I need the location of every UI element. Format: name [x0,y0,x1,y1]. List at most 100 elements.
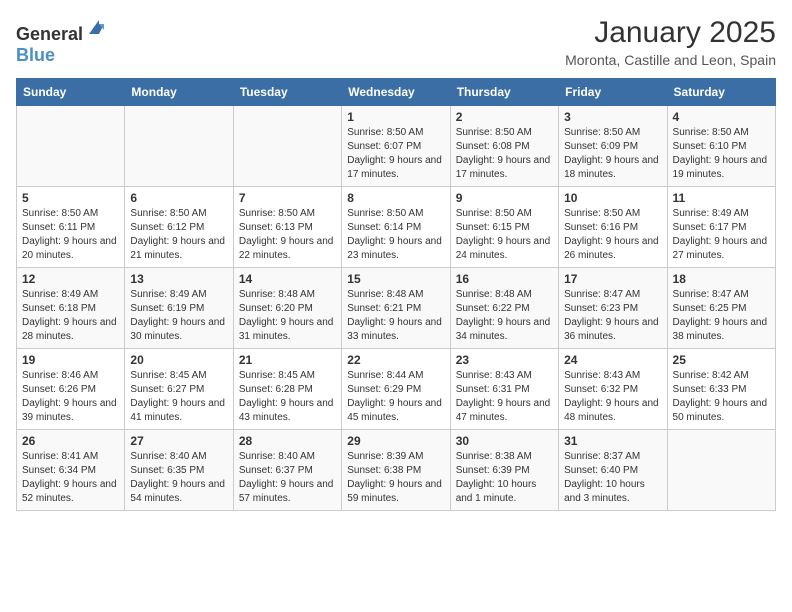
calendar-cell: 7 Sunrise: 8:50 AM Sunset: 6:13 PM Daylig… [233,187,341,268]
day-info: Sunrise: 8:41 AM Sunset: 6:34 PM Dayligh… [22,450,119,506]
day-info: Sunrise: 8:39 AM Sunset: 6:38 PM Dayligh… [347,450,444,506]
calendar-cell: 26 Sunrise: 8:41 AM Sunset: 6:34 PM Dayli… [17,430,125,511]
calendar-cell: 23Sunrise: 8:43 AM Sunset: 6:31 PM Dayli… [450,349,558,430]
calendar-cell: 13 Sunrise: 8:49 AM Sunset: 6:19 PM Dayli… [125,268,233,349]
day-number: 13 [130,272,227,286]
day-info: Sunrise: 8:40 AM Sunset: 6:37 PM Dayligh… [239,450,336,506]
day-of-week-header: Friday [559,79,667,106]
day-info: Sunrise: 8:37 AM Sunset: 6:40 PM Dayligh… [564,450,661,506]
day-number: 25 [673,353,770,367]
day-number: 7 [239,191,336,205]
day-info: Sunrise: 8:50 AM Sunset: 6:14 PM Dayligh… [347,207,444,263]
page-header: General Blue January 2025 Moronta, Casti… [16,16,776,68]
calendar-cell: 16 Sunrise: 8:48 AM Sunset: 6:22 PM Dayli… [450,268,558,349]
day-number: 20 [130,353,227,367]
day-info: Sunrise: 8:40 AM Sunset: 6:35 PM Dayligh… [130,450,227,506]
calendar-table: SundayMondayTuesdayWednesdayThursdayFrid… [16,78,776,511]
calendar-cell [17,106,125,187]
day-number: 10 [564,191,661,205]
calendar-cell: 28 Sunrise: 8:40 AM Sunset: 6:37 PM Dayli… [233,430,341,511]
day-info: Sunrise: 8:50 AM Sunset: 6:09 PM Dayligh… [564,126,661,182]
day-info: Sunrise: 8:50 AM Sunset: 6:12 PM Dayligh… [130,207,227,263]
day-number: 15 [347,272,444,286]
day-info: Sunrise: 8:45 AM Sunset: 6:27 PM Dayligh… [130,369,227,425]
calendar-cell: 6Sunrise: 8:50 AM Sunset: 6:12 PM Daylig… [125,187,233,268]
calendar-cell: 10Sunrise: 8:50 AM Sunset: 6:16 PM Dayli… [559,187,667,268]
calendar-cell: 20 Sunrise: 8:45 AM Sunset: 6:27 PM Dayli… [125,349,233,430]
calendar-cell: 15 Sunrise: 8:48 AM Sunset: 6:21 PM Dayli… [342,268,450,349]
title-block: January 2025 Moronta, Castille and Leon,… [565,16,776,68]
calendar-cell [667,430,775,511]
day-number: 16 [456,272,553,286]
day-info: Sunrise: 8:50 AM Sunset: 6:10 PM Dayligh… [673,126,770,182]
day-number: 8 [347,191,444,205]
day-of-week-header: Sunday [17,79,125,106]
day-number: 31 [564,434,661,448]
calendar-cell: 25Sunrise: 8:42 AM Sunset: 6:33 PM Dayli… [667,349,775,430]
calendar-cell: 8 Sunrise: 8:50 AM Sunset: 6:14 PM Daylig… [342,187,450,268]
day-info: Sunrise: 8:45 AM Sunset: 6:28 PM Dayligh… [239,369,336,425]
calendar-cell: 27 Sunrise: 8:40 AM Sunset: 6:35 PM Dayli… [125,430,233,511]
day-number: 9 [456,191,553,205]
day-number: 27 [130,434,227,448]
day-number: 14 [239,272,336,286]
day-info: Sunrise: 8:43 AM Sunset: 6:32 PM Dayligh… [564,369,661,425]
day-info: Sunrise: 8:48 AM Sunset: 6:21 PM Dayligh… [347,288,444,344]
calendar-cell: 14 Sunrise: 8:48 AM Sunset: 6:20 PM Dayli… [233,268,341,349]
calendar-cell: 12 Sunrise: 8:49 AM Sunset: 6:18 PM Dayli… [17,268,125,349]
day-number: 21 [239,353,336,367]
day-number: 3 [564,110,661,124]
day-number: 1 [347,110,444,124]
month-year-title: January 2025 [565,16,776,50]
calendar-cell: 4Sunrise: 8:50 AM Sunset: 6:10 PM Daylig… [667,106,775,187]
logo-blue: Blue [16,45,55,65]
calendar-week-row: 26 Sunrise: 8:41 AM Sunset: 6:34 PM Dayli… [17,430,776,511]
day-info: Sunrise: 8:43 AM Sunset: 6:31 PM Dayligh… [456,369,553,425]
day-number: 11 [673,191,770,205]
calendar-week-row: 5Sunrise: 8:50 AM Sunset: 6:11 PM Daylig… [17,187,776,268]
calendar-cell: 3 Sunrise: 8:50 AM Sunset: 6:09 PM Daylig… [559,106,667,187]
calendar-cell: 5Sunrise: 8:50 AM Sunset: 6:11 PM Daylig… [17,187,125,268]
day-number: 12 [22,272,119,286]
calendar-cell [125,106,233,187]
logo: General Blue [16,16,109,66]
day-info: Sunrise: 8:50 AM Sunset: 6:07 PM Dayligh… [347,126,444,182]
day-number: 29 [347,434,444,448]
day-number: 19 [22,353,119,367]
day-number: 2 [456,110,553,124]
calendar-cell [233,106,341,187]
calendar-header-row: SundayMondayTuesdayWednesdayThursdayFrid… [17,79,776,106]
calendar-cell: 2Sunrise: 8:50 AM Sunset: 6:08 PM Daylig… [450,106,558,187]
day-of-week-header: Saturday [667,79,775,106]
calendar-week-row: 12 Sunrise: 8:49 AM Sunset: 6:18 PM Dayli… [17,268,776,349]
day-info: Sunrise: 8:48 AM Sunset: 6:20 PM Dayligh… [239,288,336,344]
calendar-cell: 18Sunrise: 8:47 AM Sunset: 6:25 PM Dayli… [667,268,775,349]
day-info: Sunrise: 8:50 AM Sunset: 6:13 PM Dayligh… [239,207,336,263]
calendar-cell: 30Sunrise: 8:38 AM Sunset: 6:39 PM Dayli… [450,430,558,511]
day-number: 22 [347,353,444,367]
day-info: Sunrise: 8:48 AM Sunset: 6:22 PM Dayligh… [456,288,553,344]
logo-icon [85,16,109,40]
day-info: Sunrise: 8:49 AM Sunset: 6:17 PM Dayligh… [673,207,770,263]
day-info: Sunrise: 8:50 AM Sunset: 6:11 PM Dayligh… [22,207,119,263]
day-number: 26 [22,434,119,448]
day-number: 18 [673,272,770,286]
calendar-cell: 22 Sunrise: 8:44 AM Sunset: 6:29 PM Dayli… [342,349,450,430]
calendar-cell: 1 Sunrise: 8:50 AM Sunset: 6:07 PM Daylig… [342,106,450,187]
day-of-week-header: Thursday [450,79,558,106]
day-number: 28 [239,434,336,448]
day-number: 24 [564,353,661,367]
day-of-week-header: Tuesday [233,79,341,106]
calendar-week-row: 1 Sunrise: 8:50 AM Sunset: 6:07 PM Daylig… [17,106,776,187]
calendar-cell: 24 Sunrise: 8:43 AM Sunset: 6:32 PM Dayli… [559,349,667,430]
day-info: Sunrise: 8:44 AM Sunset: 6:29 PM Dayligh… [347,369,444,425]
logo-general: General [16,24,83,44]
day-info: Sunrise: 8:49 AM Sunset: 6:18 PM Dayligh… [22,288,119,344]
day-info: Sunrise: 8:38 AM Sunset: 6:39 PM Dayligh… [456,450,553,506]
calendar-cell: 11 Sunrise: 8:49 AM Sunset: 6:17 PM Dayli… [667,187,775,268]
day-info: Sunrise: 8:49 AM Sunset: 6:19 PM Dayligh… [130,288,227,344]
calendar-cell: 19Sunrise: 8:46 AM Sunset: 6:26 PM Dayli… [17,349,125,430]
day-info: Sunrise: 8:47 AM Sunset: 6:23 PM Dayligh… [564,288,661,344]
calendar-cell: 9Sunrise: 8:50 AM Sunset: 6:15 PM Daylig… [450,187,558,268]
calendar-cell: 21 Sunrise: 8:45 AM Sunset: 6:28 PM Dayli… [233,349,341,430]
